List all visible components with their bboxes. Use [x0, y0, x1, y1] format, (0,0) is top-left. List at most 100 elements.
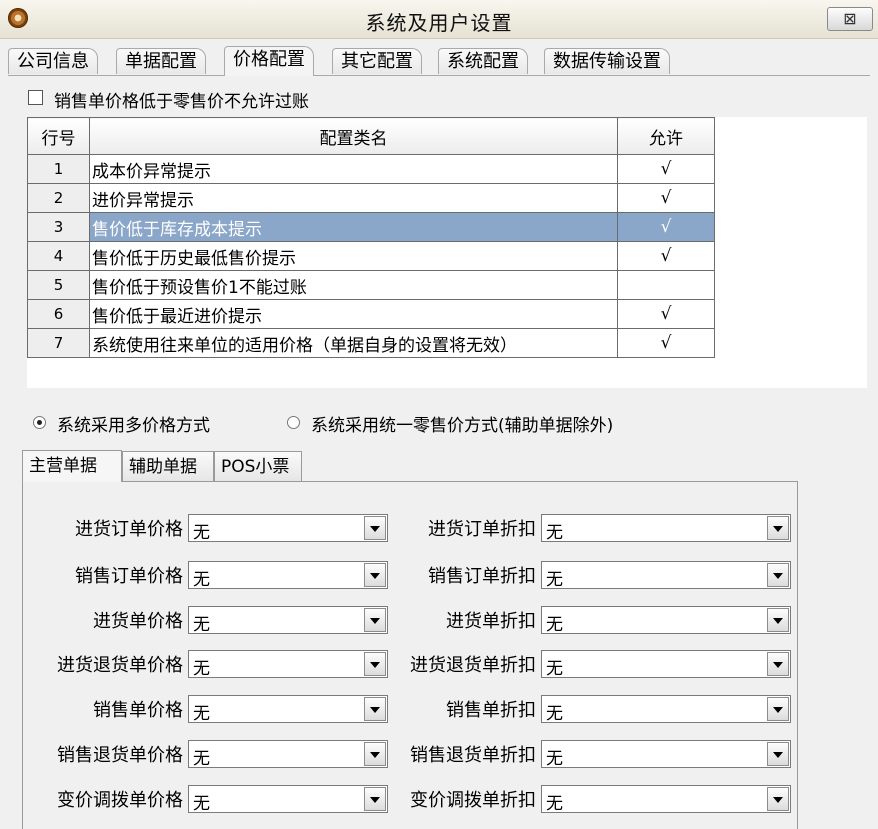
field-label: 销售订单折扣	[428, 566, 536, 587]
field-label: 进货单价格	[93, 611, 183, 632]
sale-price-checkbox[interactable]	[28, 90, 43, 105]
field-label: 进货单折扣	[446, 611, 536, 632]
config-name[interactable]: 进价异常提示	[89, 183, 618, 213]
transfer-discount-select[interactable]: 无	[541, 785, 791, 814]
purchase-return-discount-select[interactable]: 无	[541, 650, 791, 679]
chevron-down-icon[interactable]	[767, 516, 789, 540]
chevron-down-icon[interactable]	[767, 608, 789, 632]
chevron-down-icon[interactable]	[767, 652, 789, 676]
table-row-selected[interactable]: 3 售价低于库存成本提示 √	[27, 212, 715, 242]
table-row[interactable]: 1 成本价异常提示 √	[27, 154, 715, 184]
row-number: 4	[27, 241, 90, 271]
window-title: 系统及用户设置	[365, 11, 513, 35]
tab-system-config[interactable]: 系统配置	[438, 48, 528, 74]
select-value: 无	[193, 704, 210, 724]
field-label: 进货订单折扣	[428, 519, 536, 540]
chevron-down-icon[interactable]	[767, 742, 789, 766]
tab-other-config[interactable]: 其它配置	[332, 48, 422, 74]
radio-multi-price-dot[interactable]	[33, 416, 46, 429]
radio-multi-price-label: 系统采用多价格方式	[57, 416, 210, 436]
chevron-down-icon[interactable]	[364, 787, 386, 811]
field-label: 销售退货单折扣	[410, 745, 536, 766]
chevron-down-icon[interactable]	[364, 697, 386, 721]
field-label: 进货订单价格	[75, 519, 183, 540]
sales-return-price-select[interactable]: 无	[188, 740, 388, 769]
field-label: 销售单折扣	[446, 700, 536, 721]
transfer-price-select[interactable]: 无	[188, 785, 388, 814]
tab-pos-receipt[interactable]: POS小票	[214, 451, 302, 481]
select-value: 无	[546, 794, 563, 814]
field-label: 变价调拨单折扣	[410, 790, 536, 811]
allow-check[interactable]: √	[617, 183, 715, 213]
sales-order-price-select[interactable]: 无	[188, 561, 388, 590]
allow-check[interactable]: √	[617, 328, 715, 358]
tab-price-config[interactable]: 价格配置	[224, 46, 314, 76]
header-row-no[interactable]: 行号	[27, 117, 90, 155]
table-row[interactable]: 2 进价异常提示 √	[27, 183, 715, 213]
chevron-down-icon[interactable]	[767, 563, 789, 587]
tab-auxiliary-documents[interactable]: 辅助单据	[122, 451, 214, 481]
price-config-grid-area: 行号 配置类名 允许 1 成本价异常提示 √ 2 进价异常提示 √ 3 售价低于…	[27, 117, 867, 388]
radio-uniform-price-dot[interactable]	[287, 416, 300, 429]
chevron-down-icon[interactable]	[364, 652, 386, 676]
tab-data-transfer[interactable]: 数据传输设置	[544, 48, 670, 74]
settings-tabs: 公司信息 单据配置 价格配置 其它配置 系统配置 数据传输设置	[8, 46, 870, 76]
select-value: 无	[546, 523, 563, 543]
sales-discount-select[interactable]: 无	[541, 695, 791, 724]
field-label: 变价调拨单价格	[57, 790, 183, 811]
price-config-table: 行号 配置类名 允许 1 成本价异常提示 √ 2 进价异常提示 √ 3 售价低于…	[27, 117, 715, 358]
tab-divider	[8, 75, 870, 76]
config-name[interactable]: 系统使用往来单位的适用价格（单据自身的设置将无效）	[89, 328, 618, 358]
chevron-down-icon[interactable]	[364, 608, 386, 632]
sale-price-check-label: 销售单价格低于零售价不允许过账	[54, 92, 309, 112]
config-name[interactable]: 售价低于最近进价提示	[89, 299, 618, 329]
row-number: 1	[27, 154, 90, 184]
field-label: 销售退货单价格	[57, 745, 183, 766]
table-row[interactable]: 7 系统使用往来单位的适用价格（单据自身的设置将无效） √	[27, 328, 715, 358]
select-value: 无	[193, 570, 210, 590]
sales-order-discount-select[interactable]: 无	[541, 561, 791, 590]
header-config-name[interactable]: 配置类名	[89, 117, 618, 155]
chevron-down-icon[interactable]	[364, 516, 386, 540]
table-row[interactable]: 4 售价低于历史最低售价提示 √	[27, 241, 715, 271]
row-number: 6	[27, 299, 90, 329]
select-value: 无	[193, 615, 210, 635]
allow-check[interactable]: √	[617, 241, 715, 271]
row-number: 2	[27, 183, 90, 213]
allow-check[interactable]: √	[617, 154, 715, 184]
field-label: 销售订单价格	[75, 566, 183, 587]
allow-check[interactable]: √	[617, 299, 715, 329]
select-value: 无	[546, 659, 563, 679]
sales-return-discount-select[interactable]: 无	[541, 740, 791, 769]
allow-check[interactable]	[617, 270, 715, 300]
purchase-order-discount-select[interactable]: 无	[541, 514, 791, 543]
purchase-discount-select[interactable]: 无	[541, 606, 791, 635]
config-name[interactable]: 售价低于历史最低售价提示	[89, 241, 618, 271]
chevron-down-icon[interactable]	[364, 742, 386, 766]
table-row[interactable]: 5 售价低于预设售价1不能过账	[27, 270, 715, 300]
purchase-order-price-select[interactable]: 无	[188, 514, 388, 543]
chevron-down-icon[interactable]	[364, 563, 386, 587]
select-value: 无	[546, 704, 563, 724]
purchase-price-select[interactable]: 无	[188, 606, 388, 635]
config-name[interactable]: 售价低于预设售价1不能过账	[89, 270, 618, 300]
chevron-down-icon[interactable]	[767, 697, 789, 721]
table-row[interactable]: 6 售价低于最近进价提示 √	[27, 299, 715, 329]
chevron-down-icon[interactable]	[767, 787, 789, 811]
config-name[interactable]: 售价低于库存成本提示	[89, 212, 618, 242]
select-value: 无	[193, 523, 210, 543]
sales-price-select[interactable]: 无	[188, 695, 388, 724]
tab-main-documents[interactable]: 主营单据	[22, 450, 122, 482]
field-label: 进货退货单折扣	[410, 655, 536, 676]
tab-document-config[interactable]: 单据配置	[116, 48, 206, 74]
table-header-row: 行号 配置类名 允许	[27, 117, 715, 155]
allow-check[interactable]: √	[617, 212, 715, 242]
header-allow[interactable]: 允许	[617, 117, 715, 155]
radio-uniform-price-label: 系统采用统一零售价方式(辅助单据除外)	[311, 416, 614, 436]
config-name[interactable]: 成本价异常提示	[89, 154, 618, 184]
select-value: 无	[193, 794, 210, 814]
tab-company-info[interactable]: 公司信息	[8, 48, 98, 74]
purchase-return-price-select[interactable]: 无	[188, 650, 388, 679]
close-button[interactable]: ⊠	[827, 7, 873, 31]
select-value: 无	[193, 659, 210, 679]
